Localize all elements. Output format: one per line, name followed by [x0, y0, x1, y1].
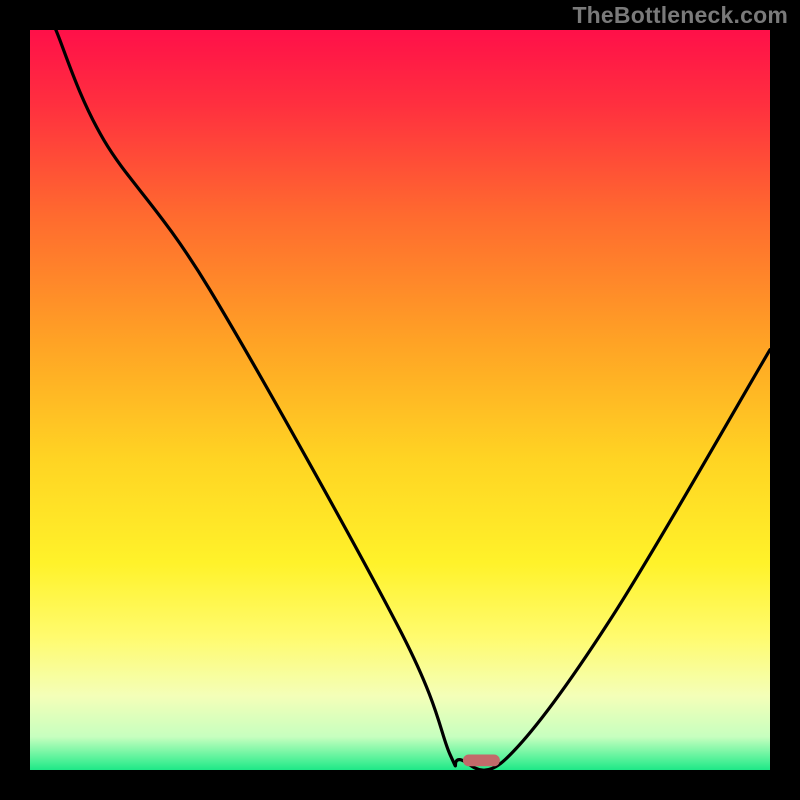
plot-background: [30, 30, 770, 770]
chart-svg: [0, 0, 800, 800]
optimal-marker: [463, 754, 500, 766]
chart-frame: TheBottleneck.com: [0, 0, 800, 800]
watermark-text: TheBottleneck.com: [572, 2, 788, 29]
